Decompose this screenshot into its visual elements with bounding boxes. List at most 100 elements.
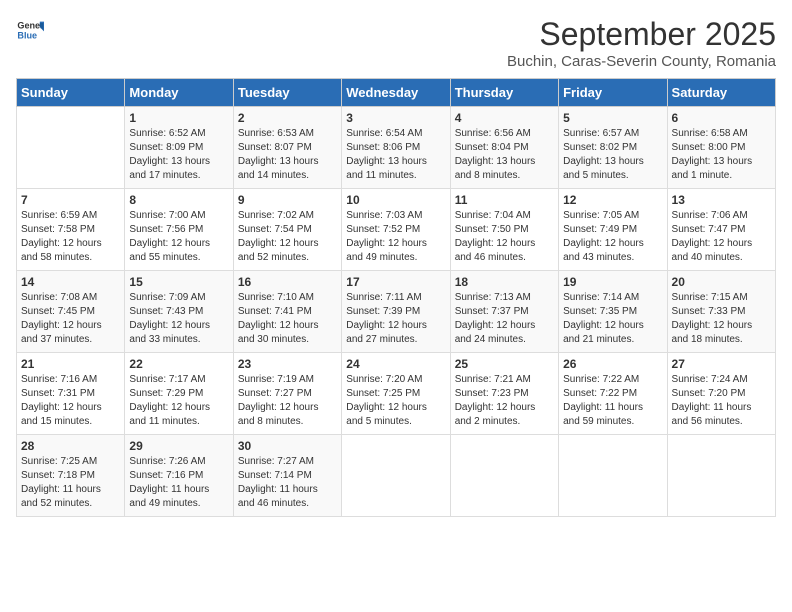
day-number: 20	[672, 275, 771, 289]
day-number: 5	[563, 111, 662, 125]
header-cell-friday: Friday	[559, 79, 667, 107]
cell-info: Daylight: 12 hours	[129, 237, 228, 251]
logo: General Blue	[16, 16, 44, 44]
cell-info: Daylight: 12 hours	[455, 401, 554, 415]
day-number: 7	[21, 193, 120, 207]
cell-info: Daylight: 12 hours	[455, 319, 554, 333]
cell-info: Sunrise: 7:03 AM	[346, 209, 445, 223]
day-number: 18	[455, 275, 554, 289]
cell-info: Sunrise: 7:11 AM	[346, 291, 445, 305]
day-number: 16	[238, 275, 337, 289]
cell-info: and 8 minutes.	[455, 169, 554, 183]
cell-info: Sunset: 7:23 PM	[455, 387, 554, 401]
cell-info: Sunset: 7:25 PM	[346, 387, 445, 401]
cell-info: and 52 minutes.	[21, 497, 120, 511]
cell-info: and 43 minutes.	[563, 251, 662, 265]
cell-info: Sunset: 8:07 PM	[238, 141, 337, 155]
day-number: 4	[455, 111, 554, 125]
cell-info: and 59 minutes.	[563, 415, 662, 429]
day-number: 22	[129, 357, 228, 371]
calendar-cell: 7Sunrise: 6:59 AMSunset: 7:58 PMDaylight…	[17, 189, 125, 271]
cell-info: and 37 minutes.	[21, 333, 120, 347]
cell-info: Daylight: 12 hours	[238, 237, 337, 251]
calendar-cell: 18Sunrise: 7:13 AMSunset: 7:37 PMDayligh…	[450, 271, 558, 353]
cell-info: and 18 minutes.	[672, 333, 771, 347]
calendar-cell: 16Sunrise: 7:10 AMSunset: 7:41 PMDayligh…	[233, 271, 341, 353]
cell-info: Daylight: 11 hours	[129, 483, 228, 497]
day-number: 24	[346, 357, 445, 371]
day-number: 11	[455, 193, 554, 207]
cell-info: and 58 minutes.	[21, 251, 120, 265]
calendar-week-4: 21Sunrise: 7:16 AMSunset: 7:31 PMDayligh…	[17, 353, 776, 435]
cell-info: Sunrise: 7:13 AM	[455, 291, 554, 305]
page-title: September 2025	[507, 16, 776, 53]
calendar-cell: 28Sunrise: 7:25 AMSunset: 7:18 PMDayligh…	[17, 435, 125, 517]
cell-info: Sunset: 8:09 PM	[129, 141, 228, 155]
cell-info: Daylight: 13 hours	[563, 155, 662, 169]
calendar-cell: 29Sunrise: 7:26 AMSunset: 7:16 PMDayligh…	[125, 435, 233, 517]
cell-info: Sunrise: 7:06 AM	[672, 209, 771, 223]
cell-info: Sunrise: 7:16 AM	[21, 373, 120, 387]
header-cell-tuesday: Tuesday	[233, 79, 341, 107]
calendar-cell: 13Sunrise: 7:06 AMSunset: 7:47 PMDayligh…	[667, 189, 775, 271]
cell-info: and 2 minutes.	[455, 415, 554, 429]
cell-info: Sunset: 7:56 PM	[129, 223, 228, 237]
cell-info: and 11 minutes.	[346, 169, 445, 183]
cell-info: Sunrise: 7:21 AM	[455, 373, 554, 387]
cell-info: and 1 minute.	[672, 169, 771, 183]
cell-info: Daylight: 13 hours	[455, 155, 554, 169]
title-area: September 2025 Buchin, Caras-Severin Cou…	[507, 16, 776, 70]
cell-info: Daylight: 13 hours	[129, 155, 228, 169]
day-number: 6	[672, 111, 771, 125]
generalblue-logo-icon: General Blue	[16, 16, 44, 44]
cell-info: Sunrise: 6:58 AM	[672, 127, 771, 141]
cell-info: Sunset: 7:49 PM	[563, 223, 662, 237]
day-number: 19	[563, 275, 662, 289]
calendar-cell: 5Sunrise: 6:57 AMSunset: 8:02 PMDaylight…	[559, 107, 667, 189]
cell-info: Sunrise: 7:05 AM	[563, 209, 662, 223]
cell-info: Daylight: 12 hours	[21, 401, 120, 415]
header-row: SundayMondayTuesdayWednesdayThursdayFrid…	[17, 79, 776, 107]
cell-info: Daylight: 12 hours	[346, 237, 445, 251]
cell-info: and 49 minutes.	[346, 251, 445, 265]
calendar-cell: 8Sunrise: 7:00 AMSunset: 7:56 PMDaylight…	[125, 189, 233, 271]
calendar-body: 1Sunrise: 6:52 AMSunset: 8:09 PMDaylight…	[17, 107, 776, 517]
cell-info: and 33 minutes.	[129, 333, 228, 347]
cell-info: Sunrise: 7:27 AM	[238, 455, 337, 469]
cell-info: Sunset: 7:35 PM	[563, 305, 662, 319]
cell-info: Daylight: 13 hours	[238, 155, 337, 169]
cell-info: and 46 minutes.	[238, 497, 337, 511]
cell-info: Sunset: 7:50 PM	[455, 223, 554, 237]
cell-info: and 55 minutes.	[129, 251, 228, 265]
calendar-week-2: 7Sunrise: 6:59 AMSunset: 7:58 PMDaylight…	[17, 189, 776, 271]
cell-info: Daylight: 11 hours	[672, 401, 771, 415]
calendar-cell: 10Sunrise: 7:03 AMSunset: 7:52 PMDayligh…	[342, 189, 450, 271]
cell-info: Daylight: 12 hours	[238, 319, 337, 333]
cell-info: Sunrise: 7:20 AM	[346, 373, 445, 387]
cell-info: Sunrise: 7:25 AM	[21, 455, 120, 469]
cell-info: Daylight: 11 hours	[21, 483, 120, 497]
cell-info: and 30 minutes.	[238, 333, 337, 347]
calendar-week-5: 28Sunrise: 7:25 AMSunset: 7:18 PMDayligh…	[17, 435, 776, 517]
cell-info: Sunrise: 6:54 AM	[346, 127, 445, 141]
cell-info: Sunrise: 7:10 AM	[238, 291, 337, 305]
day-number: 28	[21, 439, 120, 453]
cell-info: Daylight: 11 hours	[238, 483, 337, 497]
calendar-cell: 27Sunrise: 7:24 AMSunset: 7:20 PMDayligh…	[667, 353, 775, 435]
calendar-cell: 9Sunrise: 7:02 AMSunset: 7:54 PMDaylight…	[233, 189, 341, 271]
cell-info: and 21 minutes.	[563, 333, 662, 347]
calendar-week-1: 1Sunrise: 6:52 AMSunset: 8:09 PMDaylight…	[17, 107, 776, 189]
calendar-cell	[559, 435, 667, 517]
day-number: 26	[563, 357, 662, 371]
cell-info: Daylight: 12 hours	[672, 237, 771, 251]
cell-info: Sunset: 8:00 PM	[672, 141, 771, 155]
cell-info: and 5 minutes.	[563, 169, 662, 183]
cell-info: and 46 minutes.	[455, 251, 554, 265]
day-number: 13	[672, 193, 771, 207]
cell-info: Sunrise: 7:17 AM	[129, 373, 228, 387]
calendar-cell: 15Sunrise: 7:09 AMSunset: 7:43 PMDayligh…	[125, 271, 233, 353]
cell-info: Daylight: 12 hours	[21, 237, 120, 251]
cell-info: and 8 minutes.	[238, 415, 337, 429]
cell-info: Sunset: 7:45 PM	[21, 305, 120, 319]
cell-info: Sunrise: 7:08 AM	[21, 291, 120, 305]
